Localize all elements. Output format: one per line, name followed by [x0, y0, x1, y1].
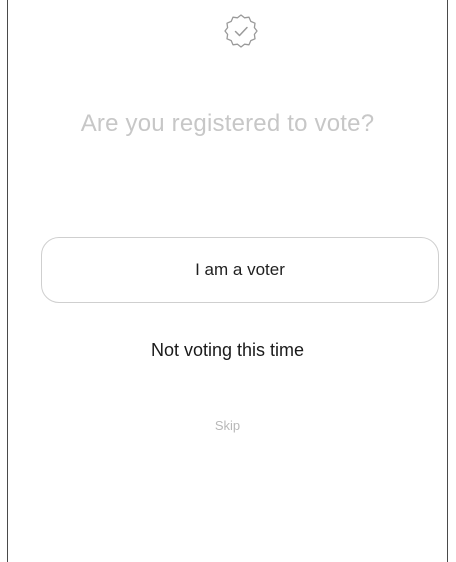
- i-am-a-voter-label: I am a voter: [195, 260, 285, 279]
- check-badge-icon: [224, 14, 258, 48]
- not-voting-button[interactable]: Not voting this time: [8, 340, 447, 361]
- page-title: Are you registered to vote?: [80, 110, 375, 137]
- i-am-a-voter-button[interactable]: I am a voter: [41, 237, 439, 303]
- skip-link[interactable]: Skip: [8, 418, 447, 433]
- screen-frame: Are you registered to vote? I am a voter…: [7, 0, 448, 562]
